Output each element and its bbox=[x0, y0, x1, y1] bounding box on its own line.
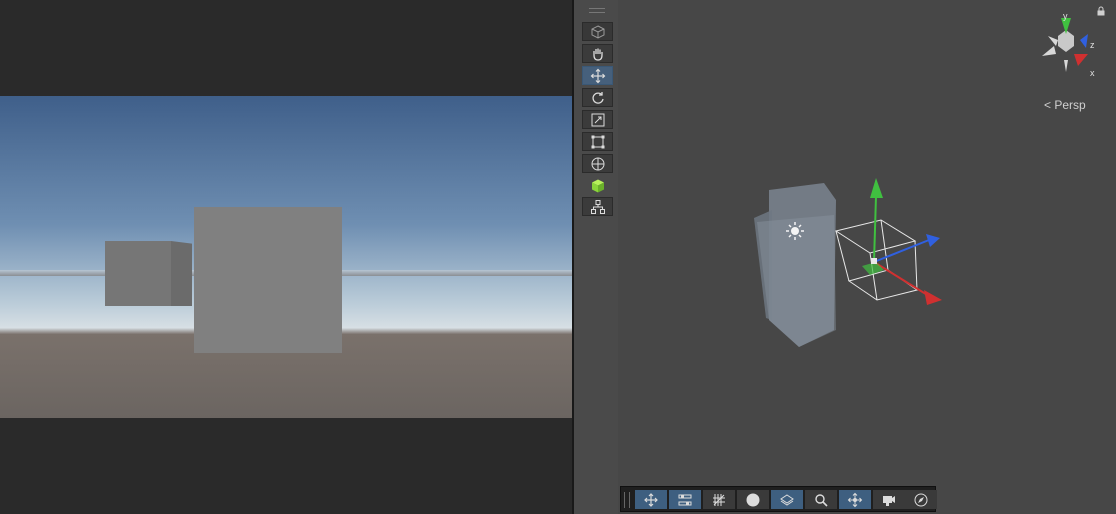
x-axis-handle bbox=[924, 290, 942, 305]
transform-globe-icon bbox=[591, 157, 604, 170]
custom-tool-hierarchy-button[interactable] bbox=[582, 197, 613, 216]
move-arrows-icon bbox=[590, 68, 605, 83]
x-axis-cone bbox=[1074, 54, 1088, 66]
near-cube bbox=[194, 207, 342, 353]
view-mode-cube-button[interactable] bbox=[582, 22, 613, 41]
rotate-icon bbox=[591, 91, 604, 104]
hierarchy-icon bbox=[590, 199, 605, 214]
scale-icon bbox=[591, 113, 604, 126]
lock-icon[interactable] bbox=[1096, 6, 1106, 16]
z-axis-label: z bbox=[1090, 40, 1095, 50]
cube-icon bbox=[591, 24, 604, 39]
projection-toggle[interactable]: < Persp bbox=[1044, 98, 1086, 112]
game-letterbox-bottom bbox=[0, 418, 572, 514]
tools-overlay[interactable] bbox=[580, 4, 614, 216]
rotate-tool-button[interactable] bbox=[582, 88, 613, 107]
rect-tool-button[interactable] bbox=[582, 132, 613, 151]
pivot-icon bbox=[847, 492, 863, 507]
tools-grip-handle[interactable] bbox=[589, 8, 605, 13]
search-icon bbox=[815, 493, 828, 507]
scale-tool-button[interactable] bbox=[582, 110, 613, 129]
transform-tool-button[interactable] bbox=[582, 154, 613, 173]
camera-icon bbox=[883, 495, 895, 506]
scene-view[interactable]: y z x < Persp bbox=[574, 0, 1116, 514]
x-axis-label: x bbox=[1090, 68, 1095, 78]
toolbar-shading-button[interactable] bbox=[737, 490, 769, 509]
toolbar-move-button[interactable] bbox=[635, 490, 667, 509]
hand-icon bbox=[592, 48, 603, 61]
toolbar-compass-button[interactable] bbox=[905, 490, 937, 509]
far-cube-side bbox=[171, 241, 192, 306]
toolbar-settings-button[interactable] bbox=[669, 490, 701, 509]
scene-overlay-toolbar[interactable] bbox=[620, 486, 937, 512]
selected-box-mesh[interactable] bbox=[754, 183, 836, 347]
y-axis-handle bbox=[870, 178, 883, 198]
toolbar-pivot-button[interactable] bbox=[839, 490, 871, 509]
hand-tool-button[interactable] bbox=[582, 44, 613, 63]
custom-tool-green-cube-button[interactable] bbox=[582, 176, 613, 195]
toolbar-grid-button[interactable] bbox=[703, 490, 735, 509]
layers-icon bbox=[780, 493, 794, 506]
far-cube bbox=[105, 241, 171, 306]
toolbar-search-button[interactable] bbox=[805, 490, 837, 509]
rect-transform-icon bbox=[591, 135, 604, 148]
green-cube-icon bbox=[591, 179, 604, 192]
toolbar-camera-button[interactable] bbox=[873, 490, 905, 509]
z-axis-cone bbox=[1080, 34, 1088, 48]
toolbar-grip-handle[interactable] bbox=[624, 492, 630, 508]
game-view[interactable] bbox=[0, 0, 572, 514]
game-render bbox=[0, 96, 572, 418]
z-axis-handle bbox=[926, 234, 940, 247]
move-gizmo[interactable] bbox=[862, 178, 942, 305]
sphere-icon bbox=[746, 493, 760, 506]
grid-snap-icon bbox=[713, 493, 725, 506]
toolbar-layers-button[interactable] bbox=[771, 490, 803, 509]
move-tool-button[interactable] bbox=[582, 66, 613, 85]
compass-icon bbox=[914, 493, 928, 506]
sliders-icon bbox=[678, 494, 692, 505]
game-letterbox-top bbox=[0, 0, 572, 96]
orientation-gizmo[interactable]: y z x bbox=[1028, 10, 1104, 86]
move-arrows-icon bbox=[644, 492, 658, 507]
y-axis-label: y bbox=[1063, 11, 1068, 21]
